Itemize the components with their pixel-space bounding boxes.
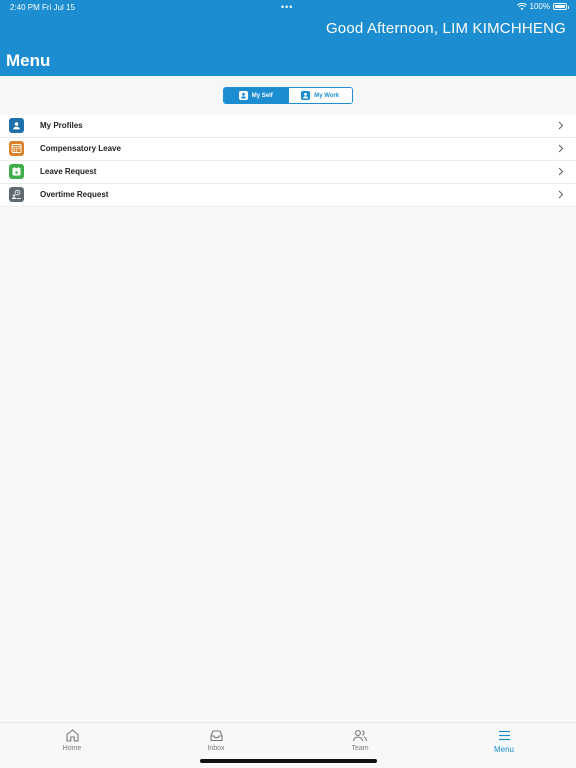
segment-my-self[interactable]: My Self <box>224 88 288 103</box>
person-icon <box>238 91 248 100</box>
chevron-right-icon <box>558 121 564 130</box>
menu-item-label: Overtime Request <box>40 190 109 199</box>
header: 2:40 PM Fri Jul 15 ••• 100% Good Afterno… <box>0 0 576 76</box>
menu-item-leave-request[interactable]: Leave Request <box>0 161 576 184</box>
status-time: 2:40 PM <box>10 3 40 12</box>
multitasking-dots[interactable]: ••• <box>281 2 293 12</box>
tab-team[interactable]: Team <box>315 728 405 758</box>
segment-my-work[interactable]: My Work <box>287 88 352 103</box>
profile-icon <box>9 118 24 133</box>
scope-segmented-control: My Self My Work <box>223 87 353 104</box>
status-right: 100% <box>516 2 569 11</box>
tab-inbox[interactable]: Inbox <box>171 728 261 758</box>
tab-label: Home <box>62 745 82 752</box>
menu-item-label: Compensatory Leave <box>40 144 121 153</box>
battery-icon <box>553 3 569 10</box>
calendar-grid-icon <box>9 141 24 156</box>
chevron-right-icon <box>558 144 564 153</box>
status-date: Fri Jul 15 <box>42 3 75 12</box>
menu-list: My Profiles Compensatory Leave Leave Req… <box>0 115 576 207</box>
app-screen: 2:40 PM Fri Jul 15 ••• 100% Good Afterno… <box>0 0 576 768</box>
team-icon <box>352 730 368 742</box>
menu-icon <box>498 730 510 741</box>
segment-my-work-label: My Work <box>314 92 340 99</box>
menu-item-label: My Profiles <box>40 121 83 130</box>
menu-item-compensatory-leave[interactable]: Compensatory Leave <box>0 138 576 161</box>
tab-home[interactable]: Home <box>27 728 117 758</box>
tab-menu[interactable]: Menu <box>459 728 549 758</box>
tab-label: Team <box>351 745 369 752</box>
tab-label: Menu <box>493 745 514 754</box>
battery-percent: 100% <box>529 2 550 11</box>
status-bar: 2:40 PM Fri Jul 15 ••• 100% <box>0 0 576 14</box>
chevron-right-icon <box>558 167 564 176</box>
inbox-icon <box>209 730 223 742</box>
segment-my-self-label: My Self <box>251 92 273 99</box>
tab-label: Inbox <box>207 745 225 752</box>
home-indicator[interactable] <box>200 759 377 763</box>
wifi-icon <box>516 2 527 10</box>
menu-item-my-profiles[interactable]: My Profiles <box>0 115 576 138</box>
person-icon <box>301 91 311 100</box>
menu-item-label: Leave Request <box>40 167 97 176</box>
home-icon <box>65 729 79 742</box>
chevron-right-icon <box>558 190 564 199</box>
menu-item-overtime-request[interactable]: Overtime Request <box>0 184 576 207</box>
calendar-icon <box>9 164 24 179</box>
greeting-text: Good Afternoon, LIM KIMCHHENG <box>325 20 566 37</box>
overtime-clock-icon <box>9 187 24 202</box>
page-title: Menu <box>6 51 51 70</box>
